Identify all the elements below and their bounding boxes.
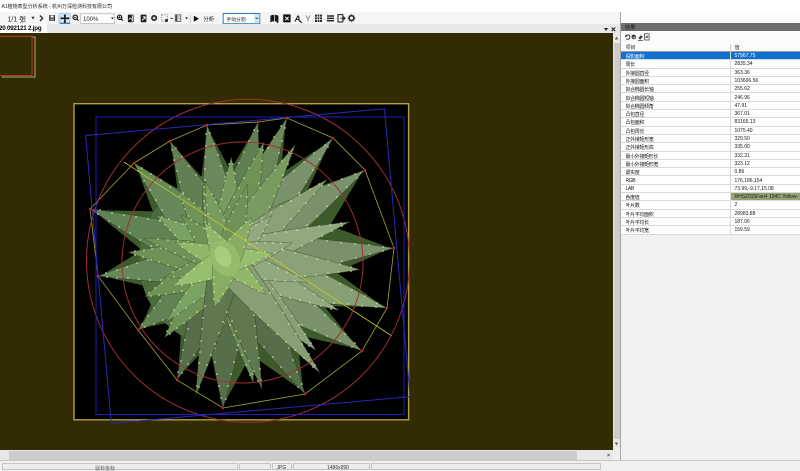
svg-text:A: A	[294, 14, 301, 24]
svg-text:1/1 张: 1/1 张	[8, 14, 27, 23]
svg-text:Y: Y	[305, 14, 311, 24]
svg-text:手动分割: 手动分割	[227, 16, 246, 23]
svg-text:100%: 100%	[83, 17, 99, 23]
svg-text:分析: 分析	[203, 15, 215, 23]
